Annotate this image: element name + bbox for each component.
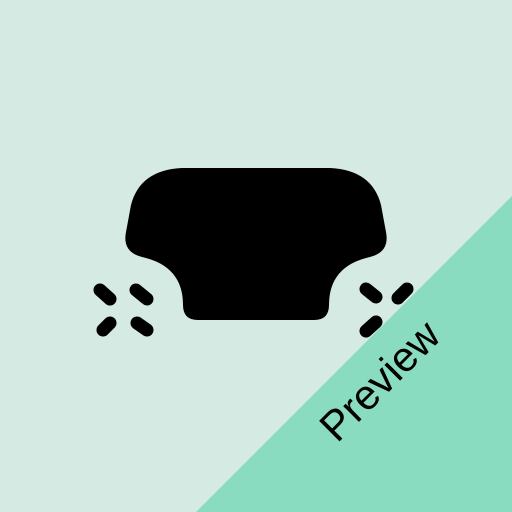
preview-canvas: Preview [0,0,512,512]
car-front-icon [93,168,414,338]
